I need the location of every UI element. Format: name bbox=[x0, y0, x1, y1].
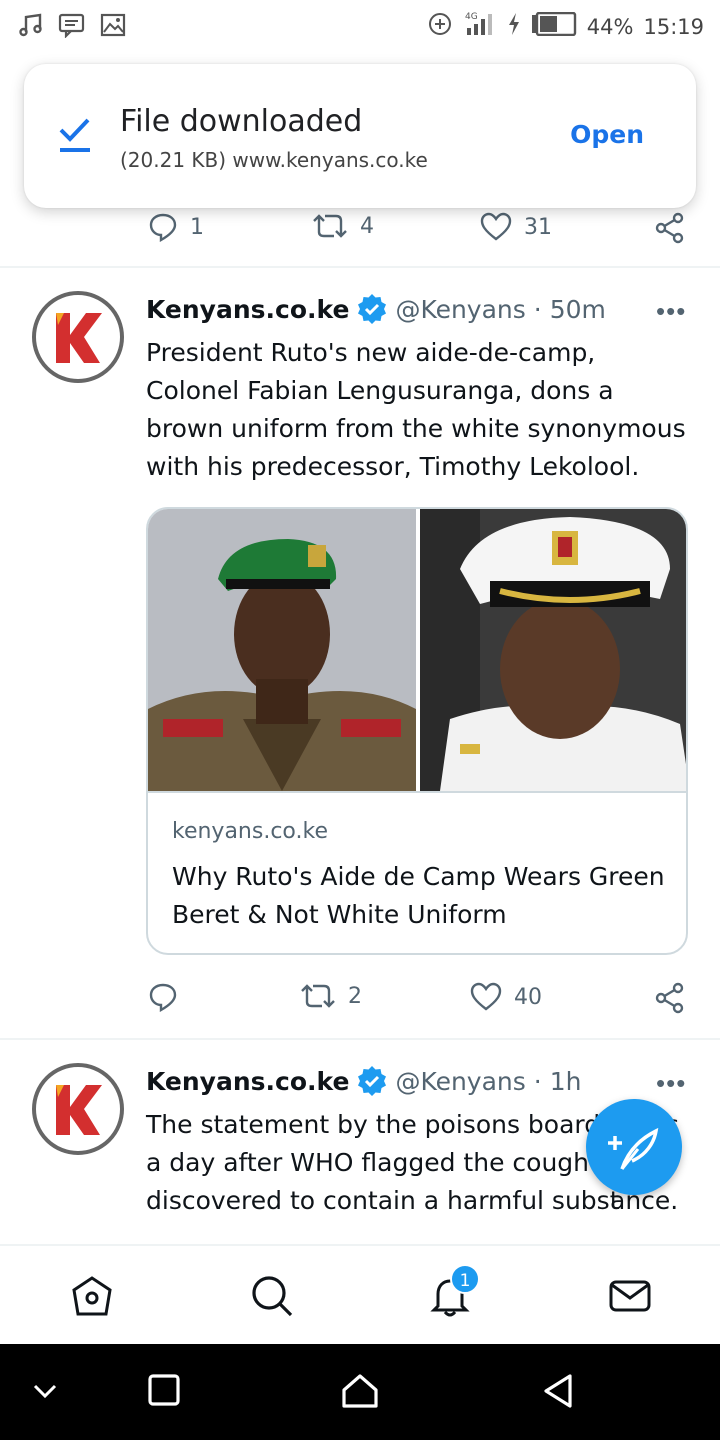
divider bbox=[0, 1038, 720, 1040]
reply-count: 1 bbox=[190, 214, 204, 240]
retweet-count: 4 bbox=[360, 213, 374, 239]
image-icon bbox=[100, 12, 126, 43]
nav-home[interactable] bbox=[70, 1274, 114, 1323]
back-button[interactable] bbox=[540, 1372, 576, 1415]
svg-text:4G: 4G bbox=[465, 12, 478, 22]
tweet-time: · 1h bbox=[533, 1066, 582, 1096]
verified-icon bbox=[358, 1066, 387, 1096]
chevron-down-icon bbox=[33, 1384, 57, 1399]
kenyans-logo-icon bbox=[56, 313, 102, 363]
author-name[interactable]: Kenyans.co.ke bbox=[146, 1067, 349, 1096]
charging-icon bbox=[507, 12, 521, 42]
home-button[interactable] bbox=[340, 1372, 380, 1415]
add-circle-icon bbox=[427, 11, 453, 43]
tweet-header: Kenyans.co.ke @Kenyans · 50m bbox=[146, 294, 606, 324]
like-count: 31 bbox=[524, 214, 552, 240]
reply-button[interactable] bbox=[148, 982, 190, 1012]
share-icon bbox=[655, 212, 684, 244]
retweet-count: 2 bbox=[348, 983, 362, 1009]
author-handle[interactable]: @Kenyans bbox=[395, 1067, 525, 1096]
retweet-button[interactable]: 4 bbox=[312, 212, 374, 240]
nav-messages[interactable] bbox=[608, 1274, 652, 1323]
author-name[interactable]: Kenyans.co.ke bbox=[146, 295, 349, 324]
tweet-actions: 2 40 bbox=[0, 968, 720, 1028]
like-button[interactable]: 31 bbox=[480, 212, 552, 242]
card-title: Why Ruto's Aide de Camp Wears Green Bere… bbox=[172, 862, 665, 929]
like-count: 40 bbox=[514, 984, 542, 1010]
message-icon bbox=[58, 12, 86, 43]
square-icon bbox=[148, 1374, 180, 1406]
retweet-button[interactable]: 2 bbox=[300, 982, 362, 1010]
search-icon bbox=[252, 1276, 293, 1317]
divider bbox=[0, 266, 720, 268]
toast-title: File downloaded bbox=[120, 104, 363, 139]
home-icon bbox=[72, 1276, 112, 1316]
heart-icon bbox=[470, 982, 502, 1011]
open-button[interactable]: Open bbox=[570, 120, 644, 149]
reply-button[interactable]: 1 bbox=[148, 212, 204, 242]
retweet-icon bbox=[301, 984, 335, 1008]
reply-icon bbox=[149, 213, 177, 242]
card-image-right bbox=[420, 509, 686, 791]
more-options-icon[interactable]: ••• bbox=[656, 296, 686, 327]
music-note-icon bbox=[18, 12, 44, 43]
more-options-icon[interactable]: ••• bbox=[656, 1068, 686, 1099]
recents-button[interactable] bbox=[146, 1372, 182, 1413]
card-image-left bbox=[148, 509, 416, 791]
battery-icon bbox=[531, 11, 577, 42]
battery-percent: 44% bbox=[586, 15, 634, 39]
status-bar: 4G 44% 15:19 bbox=[0, 0, 720, 56]
compose-feather-icon bbox=[608, 1127, 659, 1170]
share-button[interactable] bbox=[654, 982, 686, 1014]
home-outline-icon bbox=[342, 1374, 378, 1408]
tweet-text: President Ruto's new aide-de-camp, Colon… bbox=[146, 338, 686, 481]
tweet-time: · 50m bbox=[533, 294, 606, 324]
share-icon bbox=[655, 982, 684, 1014]
retweet-icon bbox=[313, 214, 347, 238]
bottom-nav: 1 bbox=[0, 1244, 720, 1344]
avatar[interactable] bbox=[32, 291, 124, 383]
toast-subtitle: (20.21 KB) www.kenyans.co.ke bbox=[120, 148, 428, 172]
share-button[interactable] bbox=[654, 212, 686, 244]
clock: 15:19 bbox=[643, 15, 704, 39]
verified-icon bbox=[358, 294, 387, 324]
download-check-icon bbox=[58, 116, 92, 159]
notification-badge: 1 bbox=[450, 1264, 480, 1294]
download-toast: File downloaded (20.21 KB) www.kenyans.c… bbox=[24, 64, 696, 208]
tweet-header: Kenyans.co.ke @Kenyans · 1h bbox=[146, 1066, 581, 1096]
link-card[interactable]: kenyans.co.ke Why Ruto's Aide de Camp We… bbox=[146, 507, 688, 955]
signal-icon: 4G bbox=[463, 10, 497, 44]
avatar[interactable] bbox=[32, 1063, 124, 1155]
card-domain: kenyans.co.ke bbox=[172, 819, 328, 844]
reply-icon bbox=[149, 983, 177, 1012]
author-handle[interactable]: @Kenyans bbox=[395, 295, 525, 324]
back-triangle-icon bbox=[544, 1374, 572, 1408]
system-nav-bar bbox=[0, 1344, 720, 1440]
like-button[interactable]: 40 bbox=[470, 982, 542, 1012]
messages-icon bbox=[609, 1280, 651, 1312]
kenyans-logo-icon bbox=[56, 1085, 102, 1135]
nav-collapse-button[interactable] bbox=[30, 1376, 60, 1411]
heart-icon bbox=[480, 212, 512, 241]
compose-tweet-button[interactable] bbox=[586, 1099, 682, 1195]
nav-search[interactable] bbox=[250, 1274, 294, 1323]
